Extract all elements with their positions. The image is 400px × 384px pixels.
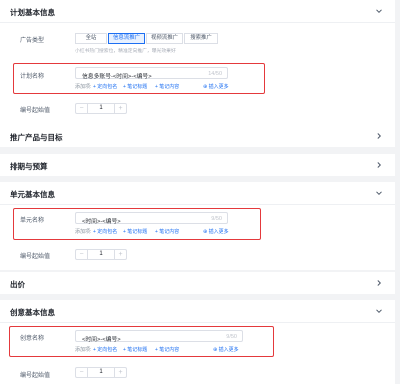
insert-more-button[interactable]: ⊕ 插入更多 [213,346,239,353]
tab-ad-type-search[interactable]: 搜索推广 [184,33,218,44]
unit-section-title: 单元基本信息 [10,190,55,199]
unit-name-value: <时间>-<编号> [82,218,121,225]
plan-name-value: 信息多账号-<时间>-<编号> [82,73,152,80]
bid-section-title: 出价 [10,280,25,289]
divider [0,22,395,23]
creative-start-stepper[interactable]: − 1 + [75,367,127,378]
unit-start-value[interactable]: 1 [88,250,114,259]
creative-name-input[interactable]: <时间>-<编号> 9/50 [75,330,243,343]
plan-name-count: 14/50 [208,70,222,77]
plan-start-stepper[interactable]: − 1 + [75,103,127,114]
creative-name-label: 创意名称 [20,336,45,342]
divider [0,322,395,323]
increment-button[interactable]: + [114,368,126,377]
insert-more-button[interactable]: ⊕ 插入更多 [203,228,229,235]
insert-target-package[interactable]: + 定向包名 [93,346,117,353]
ad-type-label: 广告类型 [20,38,45,44]
chevron-down-icon[interactable] [375,189,383,197]
unit-section-header[interactable]: 单元基本信息 [0,182,395,204]
unit-start-label: 编号起始值 [20,254,51,260]
insert-note-title[interactable]: + 笔记标题 [123,228,147,235]
plan-name-label: 计划名称 [20,74,45,80]
plan-start-value[interactable]: 1 [88,104,114,113]
insert-more-button[interactable]: ⊕ 插入更多 [203,83,229,90]
insert-note-content[interactable]: + 笔记内容 [155,346,179,353]
creative-start-value[interactable]: 1 [88,368,114,377]
tab-ad-type-feed[interactable]: 信息流推广 [108,33,145,44]
unit-start-stepper[interactable]: − 1 + [75,249,127,260]
insert-note-content[interactable]: + 笔记内容 [155,83,179,90]
increment-button[interactable]: + [114,250,126,259]
increment-button[interactable]: + [114,104,126,113]
plan-section-header[interactable]: 计划基本信息 [0,0,395,22]
ad-type-hint: 小红书热门搜索位，精准定向推广，曝光效果好 [75,49,176,54]
chevron-right-icon[interactable] [375,132,383,140]
creative-insert-row: 添加项: + 定向包名 + 笔记标题 + 笔记内容 ⊕ 插入更多 [75,346,270,354]
chevron-right-icon[interactable] [375,279,383,287]
page: 计划基本信息 广告类型 全站 信息流推广 视频流推广 搜索推广 小红书热门搜索位… [0,0,400,384]
plan-start-label: 编号起始值 [20,108,51,114]
schedule-section-title: 排期与预算 [10,162,48,171]
plan-name-input[interactable]: 信息多账号-<时间>-<编号> 14/50 [75,67,228,80]
creative-start-label: 编号起始值 [20,373,51,379]
decrement-button[interactable]: − [76,104,88,113]
creative-section: 创意基本信息 创意名称 <时间>-<编号> 9/50 添加项: + 定向包名 +… [0,300,395,384]
unit-name-input[interactable]: <时间>-<编号> 9/50 [75,212,228,225]
insert-target-package[interactable]: + 定向包名 [93,228,117,235]
unit-name-count: 9/50 [211,215,222,222]
chevron-down-icon[interactable] [375,7,383,15]
schedule-section[interactable]: 排期与预算 [0,154,395,176]
product-section[interactable]: 推广产品与目标 [0,125,395,147]
unit-section: 单元基本信息 单元名称 <时间>-<编号> 9/50 添加项: + 定向包名 +… [0,182,395,270]
creative-name-value: <时间>-<编号> [82,336,121,343]
decrement-button[interactable]: − [76,250,88,259]
insert-note-content[interactable]: + 笔记内容 [155,228,179,235]
insert-label: 添加项: [75,347,92,353]
tab-ad-type-video[interactable]: 视频流推广 [146,33,183,44]
divider [0,204,395,205]
product-section-title: 推广产品与目标 [10,133,63,142]
insert-note-title[interactable]: + 笔记标题 [123,346,147,353]
decrement-button[interactable]: − [76,368,88,377]
plan-insert-row: 添加项: + 定向包名 + 笔记标题 + 笔记内容 ⊕ 插入更多 [75,83,255,91]
insert-label: 添加项: [75,84,92,90]
chevron-down-icon[interactable] [375,307,383,315]
creative-section-header[interactable]: 创意基本信息 [0,300,395,322]
bid-section[interactable]: 出价 [0,272,395,294]
unit-name-label: 单元名称 [20,218,45,224]
plan-section: 计划基本信息 广告类型 全站 信息流推广 视频流推广 搜索推广 小红书热门搜索位… [0,0,395,135]
plan-section-title: 计划基本信息 [10,8,55,17]
insert-label: 添加项: [75,229,92,235]
insert-note-title[interactable]: + 笔记标题 [123,83,147,90]
tab-ad-type-all[interactable]: 全站 [75,33,107,44]
insert-target-package[interactable]: + 定向包名 [93,83,117,90]
creative-section-title: 创意基本信息 [10,308,55,317]
unit-insert-row: 添加项: + 定向包名 + 笔记标题 + 笔记内容 ⊕ 插入更多 [75,228,255,236]
chevron-right-icon[interactable] [375,161,383,169]
creative-name-count: 9/50 [226,333,237,340]
